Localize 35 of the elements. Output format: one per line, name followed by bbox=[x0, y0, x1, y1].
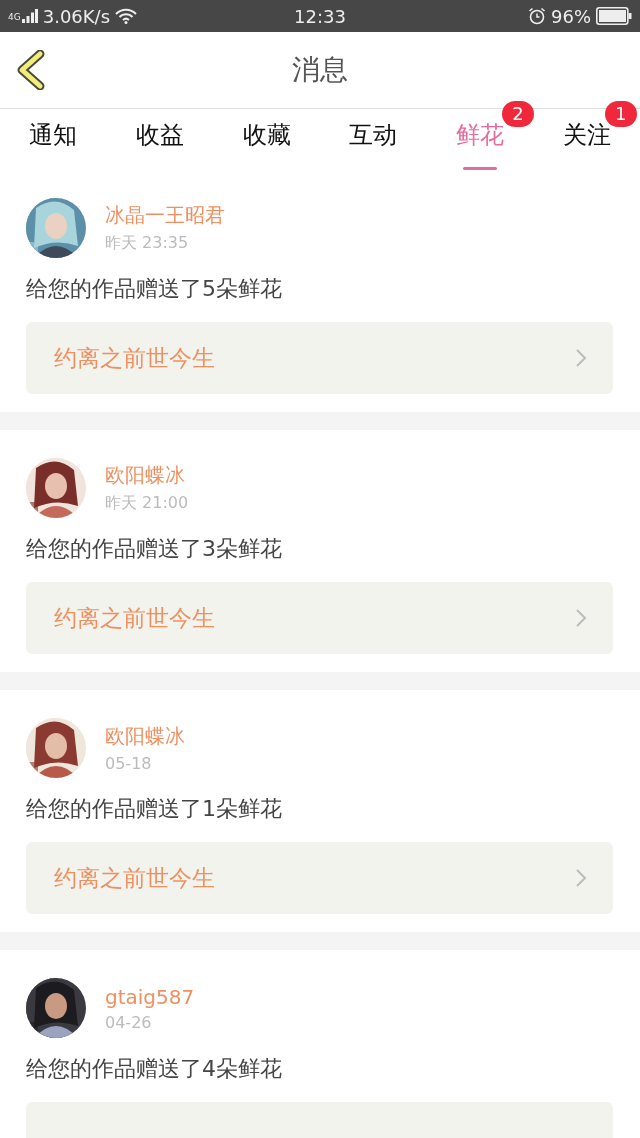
tab[interactable]: 互动 bbox=[349, 109, 398, 170]
count-badge: 1 bbox=[604, 101, 637, 127]
battery-icon bbox=[596, 7, 632, 25]
chevron-icon bbox=[575, 348, 587, 368]
count-badge: 2 bbox=[502, 101, 534, 127]
chevron-icon bbox=[575, 608, 587, 628]
network-label: 4G bbox=[8, 11, 21, 22]
page-title: 消息 bbox=[292, 52, 348, 88]
sender-name[interactable]: 冰晶一王昭君 bbox=[105, 202, 225, 229]
network-speed: 3.06K/s bbox=[42, 5, 111, 27]
sender-name[interactable]: 欧阳蝶冰 bbox=[105, 462, 189, 489]
message-time: 04-26 bbox=[105, 1012, 153, 1032]
tab[interactable]: 鲜花 bbox=[456, 109, 504, 170]
message-text: 给您的作品赠送了3朵鲜花 bbox=[26, 535, 283, 563]
clock: 12:33 bbox=[293, 5, 347, 27]
message-time: 05-18 bbox=[105, 754, 153, 773]
alarm-icon bbox=[528, 7, 546, 25]
chevron-icon bbox=[575, 868, 587, 888]
tab[interactable]: 收益 bbox=[136, 109, 184, 170]
tab[interactable]: 通知 bbox=[29, 109, 78, 170]
sender-name[interactable]: 欧阳蝶冰 bbox=[105, 723, 185, 750]
work-link[interactable]: 约离之前世今生 bbox=[26, 322, 613, 394]
sender-name[interactable]: gtaig587 bbox=[105, 984, 195, 1009]
message-time: 昨天 21:00 bbox=[105, 493, 189, 514]
signal-icon bbox=[21, 9, 38, 23]
work-link[interactable]: 约离之前世今生 bbox=[26, 582, 613, 654]
message-text: 给您的作品赠送了4朵鲜花 bbox=[26, 1055, 283, 1083]
message-text: 给您的作品赠送了1朵鲜花 bbox=[26, 795, 283, 823]
battery-percent: 96% bbox=[551, 5, 591, 27]
work-link[interactable]: 约离之前世今生 bbox=[26, 842, 613, 914]
tab[interactable]: 收藏 bbox=[242, 109, 291, 170]
message-time: 昨天 23:35 bbox=[105, 233, 190, 254]
back-button[interactable] bbox=[16, 50, 46, 90]
message-text: 给您的作品赠送了5朵鲜花 bbox=[26, 275, 283, 303]
wifi-icon bbox=[115, 8, 138, 24]
